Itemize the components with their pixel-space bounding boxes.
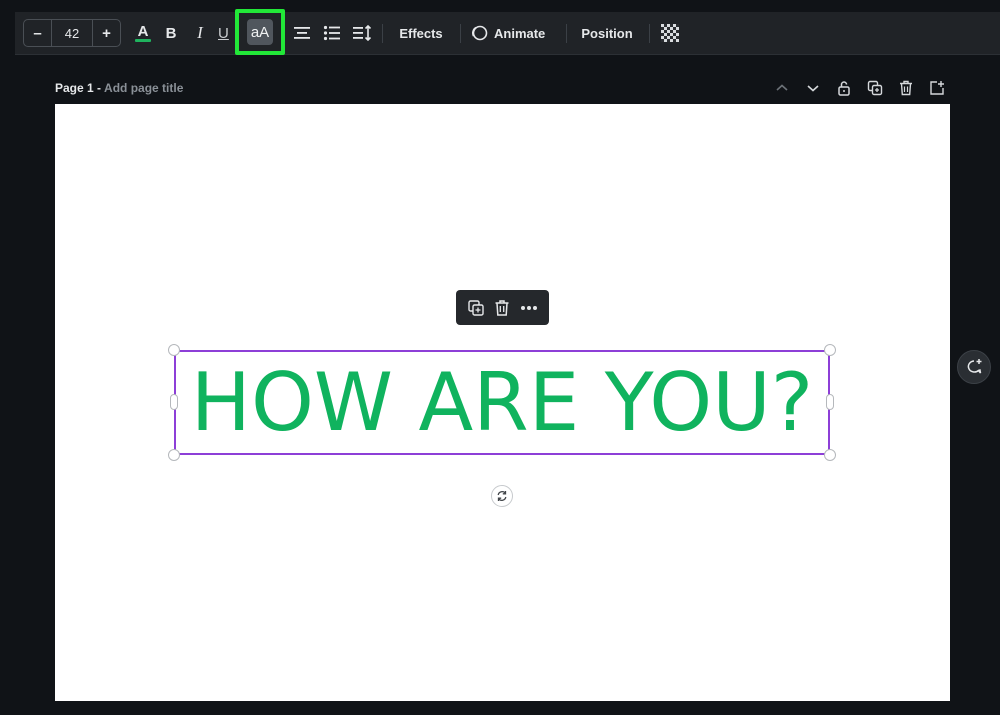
spacing-button[interactable] <box>349 20 375 46</box>
page-up-button[interactable] <box>772 79 792 97</box>
add-page-button[interactable] <box>927 79 947 97</box>
page-title: Page 1 - Add page title <box>55 81 183 95</box>
page-label: Page 1 - <box>55 81 102 95</box>
resize-handle-left[interactable] <box>170 394 178 410</box>
bold-button[interactable]: B <box>158 20 184 46</box>
underline-icon: U <box>218 24 229 42</box>
animate-button[interactable]: Animate <box>470 20 550 46</box>
lock-page-button[interactable] <box>834 79 854 97</box>
list-button[interactable] <box>319 20 345 46</box>
resize-handle-top-right[interactable] <box>824 344 836 356</box>
comment-button[interactable] <box>957 350 991 384</box>
font-size-input[interactable]: 42 <box>51 20 93 46</box>
copy-icon[interactable] <box>467 299 485 317</box>
toolbar-divider <box>566 24 567 43</box>
letter-case-icon: aA <box>250 23 270 41</box>
resize-handle-right[interactable] <box>826 394 834 410</box>
chevron-up-icon <box>776 84 788 91</box>
element-toolbar <box>456 290 549 325</box>
spacing-icon <box>353 25 372 41</box>
add-page-icon <box>930 81 944 95</box>
delete-page-button[interactable] <box>896 79 916 97</box>
duplicate-page-icon <box>867 80 883 96</box>
effects-button[interactable]: Effects <box>395 20 447 46</box>
underline-button[interactable]: U <box>218 20 232 46</box>
rotate-handle[interactable] <box>491 485 513 507</box>
text-color-icon: A <box>135 23 151 42</box>
italic-button[interactable]: I <box>187 20 213 46</box>
animate-icon <box>472 25 488 41</box>
position-button[interactable]: Position <box>578 20 636 46</box>
letter-case-button[interactable]: aA <box>247 19 273 45</box>
letter-case-highlight: aA <box>235 9 285 55</box>
align-center-icon <box>294 27 310 39</box>
transparency-button[interactable] <box>657 20 683 46</box>
animate-label: Animate <box>494 25 546 41</box>
resize-handle-bottom-left[interactable] <box>168 449 180 461</box>
delete-page-icon <box>900 80 912 96</box>
toolbar-divider <box>382 24 383 43</box>
add-comment-icon <box>967 359 982 374</box>
text-color-button[interactable]: A <box>130 20 156 46</box>
lock-icon <box>838 81 850 96</box>
page-title-input[interactable]: Add page title <box>104 81 183 95</box>
transparency-icon <box>661 24 679 42</box>
list-icon <box>323 25 340 41</box>
more-icon[interactable] <box>520 305 538 311</box>
chevron-down-icon <box>807 85 819 92</box>
page-down-button[interactable] <box>803 79 823 97</box>
align-button[interactable] <box>289 20 315 46</box>
font-size-decrease-button[interactable]: – <box>24 20 51 46</box>
toolbar-divider <box>460 24 461 43</box>
editor-toolbar: – 42 + A B I U aA Effects Animate Positi… <box>15 9 1000 55</box>
font-size-increase-button[interactable]: + <box>93 20 120 46</box>
bold-icon: B <box>165 24 177 42</box>
svg-text:A: A <box>138 23 149 40</box>
italic-icon: I <box>197 23 203 42</box>
rotate-icon <box>497 491 507 501</box>
trash-icon[interactable] <box>494 299 510 317</box>
font-size-stepper: – 42 + <box>23 19 121 47</box>
resize-handle-bottom-right[interactable] <box>824 449 836 461</box>
duplicate-page-button[interactable] <box>865 79 885 97</box>
canvas-heading-text[interactable]: HOW ARE YOU? <box>176 352 828 453</box>
resize-handle-top-left[interactable] <box>168 344 180 356</box>
toolbar-divider <box>649 24 650 43</box>
selected-text-box[interactable]: HOW ARE YOU? <box>174 350 830 455</box>
design-canvas[interactable]: HOW ARE YOU? <box>55 104 950 701</box>
